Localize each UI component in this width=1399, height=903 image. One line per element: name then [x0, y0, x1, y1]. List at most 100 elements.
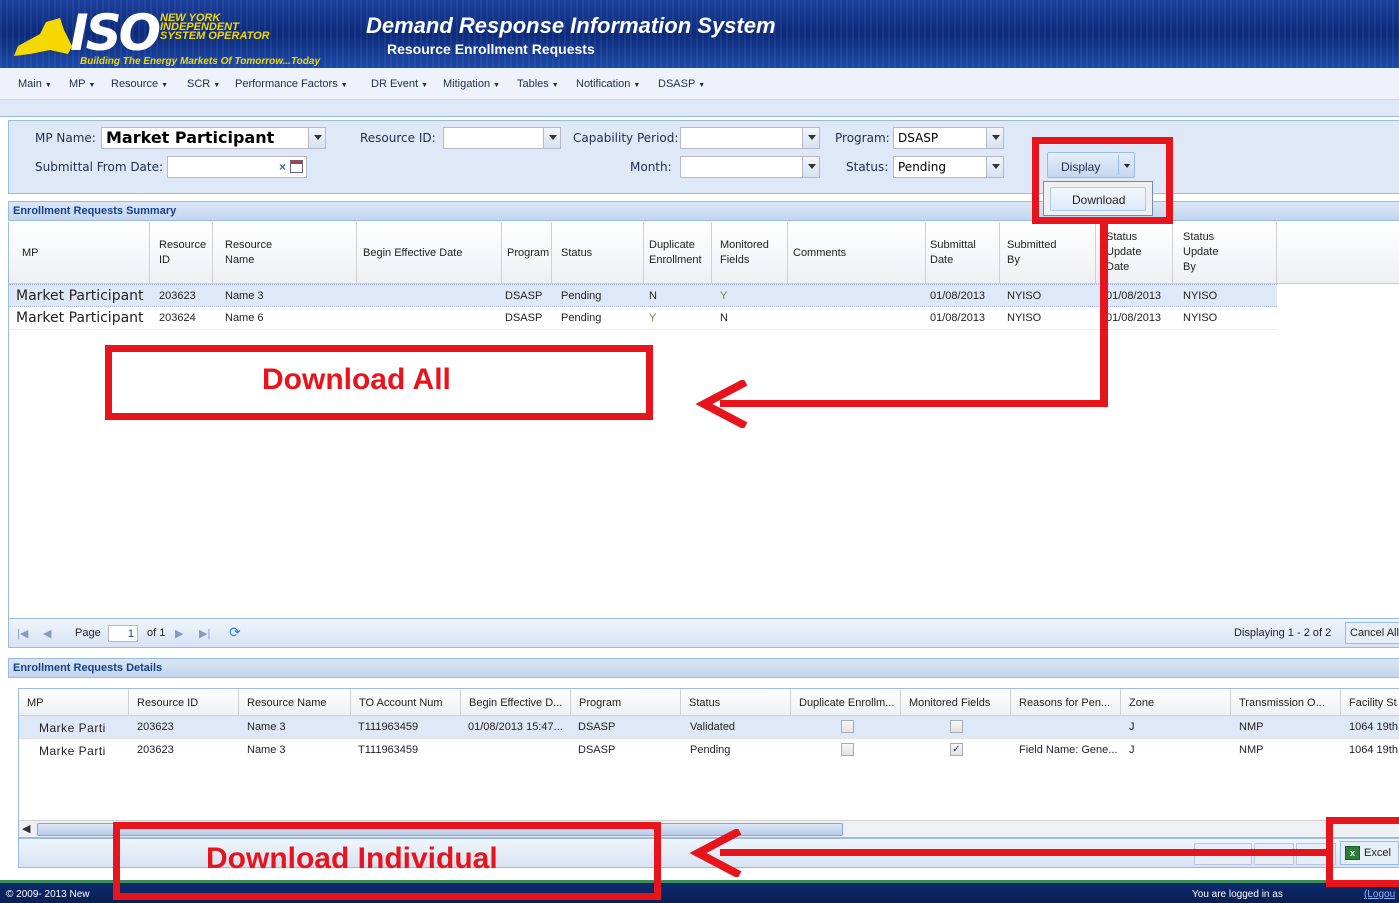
dcol-status[interactable]: Status	[681, 689, 791, 716]
dcol-reasons-for-pending[interactable]: Reasons for Pen...	[1011, 689, 1121, 716]
prev-page-icon[interactable]: ◀	[43, 627, 51, 640]
menu-performance-factors[interactable]: Performance Factors ▼	[235, 78, 348, 90]
col-duplicate-enrollment[interactable]: Duplicate Enrollment	[644, 222, 712, 284]
first-page-icon[interactable]: |◀	[17, 627, 28, 640]
cancel-all-button[interactable]: Cancel All	[1345, 622, 1399, 644]
cell-submittal-date: 01/08/2013	[930, 312, 986, 324]
cancel-all-label: Cancel All	[1350, 627, 1399, 639]
chevron-down-icon[interactable]	[986, 128, 1003, 148]
col-comments[interactable]: Comments	[788, 222, 926, 284]
menu-notification[interactable]: Notification ▼	[576, 78, 640, 90]
col-submitted-by[interactable]: Submitted By	[1000, 222, 1096, 284]
details-row[interactable]: Marke Parti 203623 Name 3 T111963459 DSA…	[19, 738, 1399, 760]
capability-period-label: Capability Period:	[573, 131, 679, 145]
dcol-zone[interactable]: Zone	[1121, 689, 1231, 716]
clear-icon[interactable]: ×	[279, 160, 286, 174]
details-grid-header: MP Resource ID Resource Name TO Account …	[19, 689, 1399, 716]
chevron-down-icon[interactable]	[802, 157, 819, 177]
cell-resource-id: 203624	[159, 312, 196, 324]
chevron-down-icon[interactable]	[802, 128, 819, 148]
calendar-icon[interactable]	[290, 160, 303, 173]
chevron-down-icon[interactable]	[308, 128, 325, 148]
summary-row[interactable]: Market Participant 203623 Name 3 DSASP P…	[9, 284, 1277, 307]
duplicate-checkbox[interactable]	[841, 743, 854, 756]
col-program[interactable]: Program	[502, 222, 552, 284]
cell-monitored: N	[720, 312, 728, 324]
dcol-resource-id[interactable]: Resource ID	[129, 689, 239, 716]
dcell-resource-name: Name 3	[247, 744, 286, 756]
menu-main[interactable]: Main ▼	[18, 78, 52, 90]
arrowhead-icon	[695, 380, 748, 428]
toolbar-strip	[0, 100, 1399, 117]
status-value: Pending	[898, 160, 946, 174]
mp-name-combo[interactable]: Market Participant	[101, 127, 326, 149]
capability-period-combo[interactable]	[680, 127, 820, 149]
month-combo[interactable]	[680, 156, 820, 178]
details-row[interactable]: Marke Parti 203623 Name 3 T111963459 01/…	[19, 716, 1399, 738]
duplicate-checkbox[interactable]	[841, 720, 854, 733]
dcell-reason: Field Name: Gene...	[1019, 744, 1118, 756]
col-status[interactable]: Status	[552, 222, 644, 284]
menu-scr[interactable]: SCR ▼	[187, 78, 220, 90]
program-combo[interactable]: DSASP	[893, 127, 1004, 149]
annotation-connector-bottom	[720, 849, 1326, 856]
chevron-down-icon: ▼	[213, 82, 221, 89]
menu-dsasp[interactable]: DSASP ▼	[658, 78, 705, 90]
scroll-left-icon[interactable]: ◀	[22, 822, 30, 835]
mp-name-label: MP Name:	[35, 131, 96, 145]
dcell-mp: Marke Parti	[39, 721, 106, 735]
monitored-checkbox[interactable]	[950, 720, 963, 733]
cell-status-update-date: 01/08/2013	[1106, 290, 1162, 302]
dcol-to-account-num[interactable]: TO Account Num	[351, 689, 461, 716]
resource-id-combo[interactable]	[443, 127, 561, 149]
submittal-from-date-field[interactable]: ×	[167, 156, 307, 178]
cell-mp: Market Participant	[16, 288, 144, 304]
chevron-down-icon: ▼	[698, 82, 706, 89]
dcol-monitored-fields[interactable]: Monitored Fields	[901, 689, 1011, 716]
status-combo[interactable]: Pending	[893, 156, 1004, 178]
chevron-down-icon[interactable]	[543, 128, 560, 148]
summary-row[interactable]: Market Participant 203624 Name 6 DSASP P…	[9, 307, 1277, 330]
chevron-down-icon[interactable]	[986, 157, 1003, 177]
refresh-icon[interactable]: ⟳	[229, 624, 241, 641]
resource-id-label: Resource ID:	[360, 131, 436, 145]
col-submittal-date[interactable]: Submittal Date	[926, 222, 1000, 284]
menu-dr-event[interactable]: DR Event ▼	[371, 78, 428, 90]
dcell-program: DSASP	[578, 744, 616, 756]
dcell-status: Pending	[690, 744, 731, 756]
dcol-mp[interactable]: MP	[19, 689, 129, 716]
dcol-facility-street[interactable]: Facility St	[1341, 689, 1399, 716]
col-resource-id[interactable]: Resource ID	[150, 222, 213, 284]
dcell-transmission: NMP	[1239, 721, 1264, 733]
dcell-facility: 1064 19th	[1349, 721, 1398, 733]
dcell-mp: Marke Parti	[39, 744, 106, 758]
dcol-begin-effective[interactable]: Begin Effective D...	[461, 689, 571, 716]
last-page-icon[interactable]: ▶|	[199, 627, 210, 640]
arrowhead-icon	[689, 829, 742, 877]
col-monitored-fields[interactable]: Monitored Fields	[712, 222, 788, 284]
dcell-status: Validated	[690, 721, 736, 733]
col-mp[interactable]: MP	[9, 222, 150, 284]
col-resource-name[interactable]: Resource Name	[213, 222, 357, 284]
monitored-checkbox[interactable]: ✓	[950, 743, 963, 756]
download-all-label: Download All	[262, 363, 451, 396]
dcol-program[interactable]: Program	[571, 689, 681, 716]
menu-resource[interactable]: Resource ▼	[111, 78, 168, 90]
menu-mp[interactable]: MP ▼	[69, 78, 95, 90]
menu-mitigation[interactable]: Mitigation ▼	[443, 78, 500, 90]
dcol-duplicate-enrollment[interactable]: Duplicate Enrollm...	[791, 689, 901, 716]
program-label: Program:	[835, 131, 890, 145]
cell-monitored: Y	[720, 290, 728, 302]
dcell-resource-name: Name 3	[247, 721, 286, 733]
col-begin-effective-date[interactable]: Begin Effective Date	[357, 222, 502, 284]
chevron-down-icon: ▼	[633, 82, 641, 89]
page-number-input[interactable]: 1	[108, 625, 138, 642]
dcol-transmission-owner[interactable]: Transmission O...	[1231, 689, 1341, 716]
next-page-icon[interactable]: ▶	[175, 627, 183, 640]
main-menu-bar: Main ▼ MP ▼ Resource ▼ SCR ▼ Performance Fac…	[0, 68, 1399, 100]
col-status-update-by[interactable]: Status Update By	[1173, 222, 1277, 284]
cell-resource-id: 203623	[159, 290, 196, 302]
logout-link[interactable]: (Logou	[1364, 889, 1395, 900]
dcol-resource-name[interactable]: Resource Name	[239, 689, 351, 716]
menu-tables[interactable]: Tables ▼	[517, 78, 559, 90]
